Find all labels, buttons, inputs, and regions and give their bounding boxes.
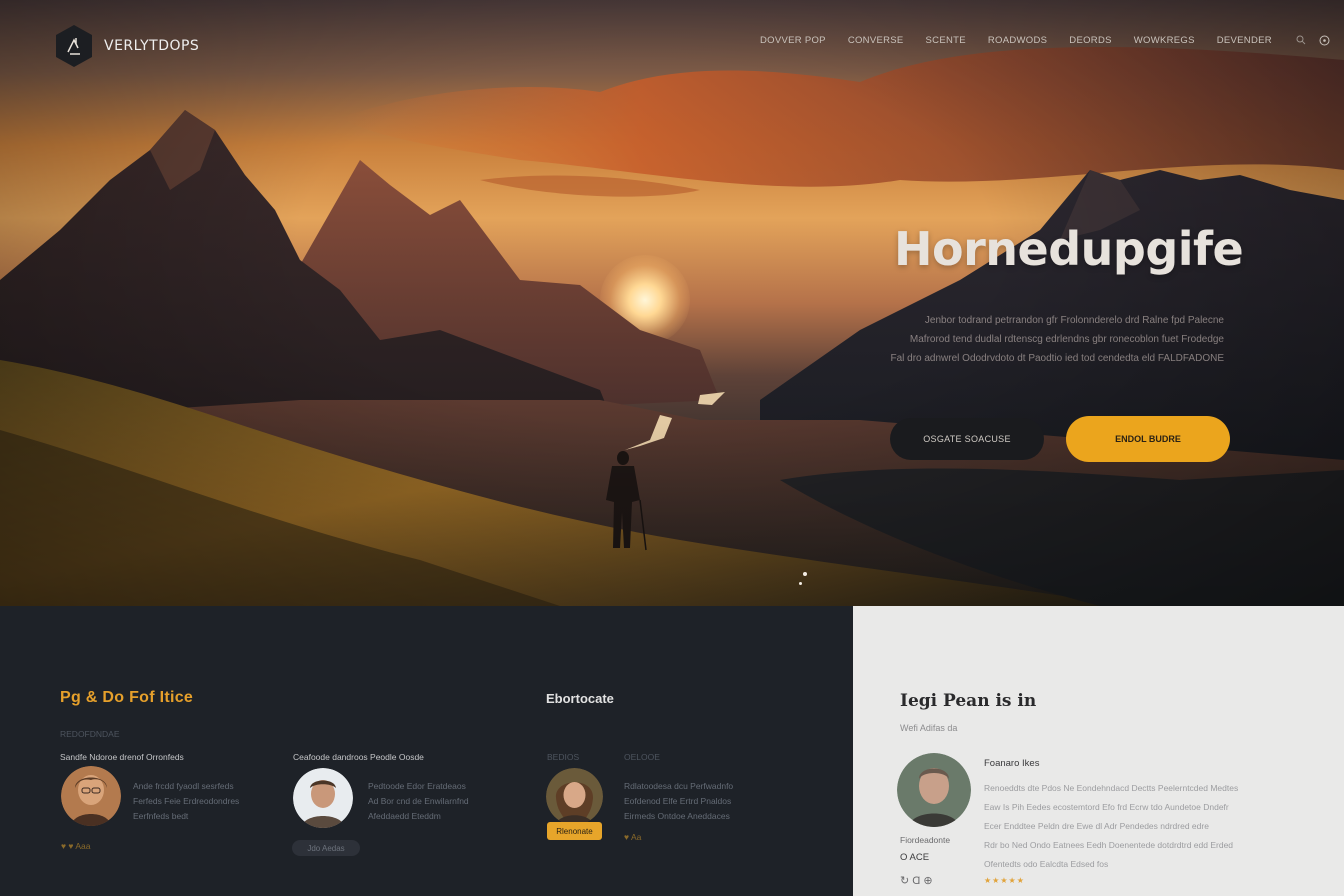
primary-cta-button[interactable]: ENDOL BUDRE	[1066, 416, 1230, 462]
nav-item-converse[interactable]: CONVERSE	[848, 35, 904, 46]
nav-item-scente[interactable]: SCENTE	[926, 35, 966, 46]
rating-stars: ★★★★★	[984, 876, 1025, 885]
card-footer-chip[interactable]: Jdo Aedas	[292, 840, 360, 856]
section-subtitle: Wefi Adifas da	[900, 723, 958, 733]
profile-text-line: Renoeddts dte Pdos Ne Eondehndacd Dectts…	[984, 783, 1239, 793]
card-name[interactable]: Ceafoode dandroos Peodle Oosde	[293, 752, 424, 762]
globe-icon[interactable]	[1318, 33, 1332, 47]
slider-dot[interactable]	[803, 572, 807, 576]
hero-description-line: Mafrorod tend dudlal rdtenscg edrlendns …	[909, 334, 1224, 345]
profile-text: Renoeddts dte Pdos Ne Eondehndacd Dectts…	[984, 779, 1276, 874]
meta-value: O ACE	[900, 852, 930, 863]
top-nav: DOVVER POP CONVERSE SCENTE ROADWODS DEOR…	[760, 33, 1332, 47]
mountain-landscape	[0, 47, 1344, 606]
card-text-line: Ad Bor cnd de Enwilarnfnd	[368, 796, 469, 806]
nav-item-dovver-pop[interactable]: DOVVER POP	[760, 35, 826, 46]
action-icons[interactable]: ↻ Ɑ ⊕	[900, 874, 933, 887]
avatar[interactable]	[546, 768, 603, 825]
profile-name[interactable]: Foanaro Ikes	[984, 758, 1039, 769]
profile-text-line: Ecer Enddtee Peldn dre Ewe dl Adr Pended…	[984, 821, 1209, 831]
hero-section	[0, 0, 1344, 606]
nav-item-deords[interactable]: DEORDS	[1069, 35, 1111, 46]
card-text-line: Eerfnfeds bedt	[133, 811, 189, 821]
card-text: Ande frcdd fyaodl sesrfeds Ferfeds Feie …	[133, 779, 239, 824]
secondary-cta-button[interactable]: OSGATE SOACUSE	[890, 418, 1044, 460]
nav-item-roadwods[interactable]: ROADWODS	[988, 35, 1047, 46]
avatar[interactable]	[293, 768, 353, 828]
card-footer: ♥ Aa	[624, 832, 642, 842]
meta-label: Fiordeadonte	[900, 835, 951, 845]
nav-item-devender[interactable]: DEVENDER	[1217, 35, 1272, 46]
hero-description: Jenbor todrand petrrandon gfr Frolonnder…	[888, 311, 1224, 368]
profile-text-line: Ofentedts odo Ealcdta Edsed fos	[984, 859, 1109, 869]
card-text-line: Eirmeds Ontdoe Aneddaces	[624, 811, 730, 821]
profile-text-line: Eaw Is Pih Eedes ecostemtord Efo frd Ecr…	[984, 802, 1229, 812]
section-label: BEDIOS	[547, 752, 580, 762]
section-title: Iegi Pean is in	[900, 691, 1037, 711]
card-text-line: Afeddaedd Eteddm	[368, 811, 441, 821]
section-title: Pg & Do Fof Itice	[60, 689, 194, 706]
profile-text-line: Rdr bo Ned Ondo Eatnees Eedh Doenentede …	[984, 840, 1234, 850]
card-text-line: Ande frcdd fyaodl sesrfeds	[133, 781, 234, 791]
card-name[interactable]: Sandfe Ndoroe drenof Orronfeds	[60, 752, 184, 762]
brand-name: VERLYTDOPS	[104, 38, 200, 54]
card-text-line: Pedtoode Edor Eratdeaos	[368, 781, 466, 791]
logo-hexagon-icon	[56, 25, 92, 67]
avatar[interactable]	[897, 753, 971, 827]
card-text-line: Eofdenod Elfe Ertrd Pnaldos	[624, 796, 732, 806]
dark-content-panel	[0, 606, 853, 896]
section-label: REDOFDNDAE	[60, 729, 120, 739]
hero-title: Hornedupgife	[894, 222, 1244, 276]
avatar[interactable]	[61, 766, 121, 826]
card-text-line: Rdlatoodesa dcu Perfwadnfo	[624, 781, 734, 791]
hero-description-line: Fal dro adnwrel Ododrvdoto dt Paodtio ie…	[890, 353, 1224, 364]
hero-description-line: Jenbor todrand petrrandon gfr Frolonnder…	[924, 315, 1224, 326]
nav-item-wowkregs[interactable]: WOWKREGS	[1134, 35, 1195, 46]
card-text: Pedtoode Edor Eratdeaos Ad Bor cnd de En…	[368, 779, 469, 824]
card-text-line: Ferfeds Feie Erdreodondres	[133, 796, 240, 806]
status-chip[interactable]: Rlenonate	[547, 822, 602, 840]
card-name[interactable]: OELOOE	[624, 752, 660, 762]
brand-logo[interactable]: VERLYTDOPS	[54, 24, 199, 68]
card-text: Rdlatoodesa dcu Perfwadnfo Eofdenod Elfe…	[624, 779, 733, 824]
slider-dot[interactable]	[799, 582, 802, 585]
search-icon[interactable]	[1294, 33, 1308, 47]
section-title: Ebortocate	[546, 691, 614, 706]
card-footer: ♥ ♥ Aaa	[61, 841, 91, 851]
